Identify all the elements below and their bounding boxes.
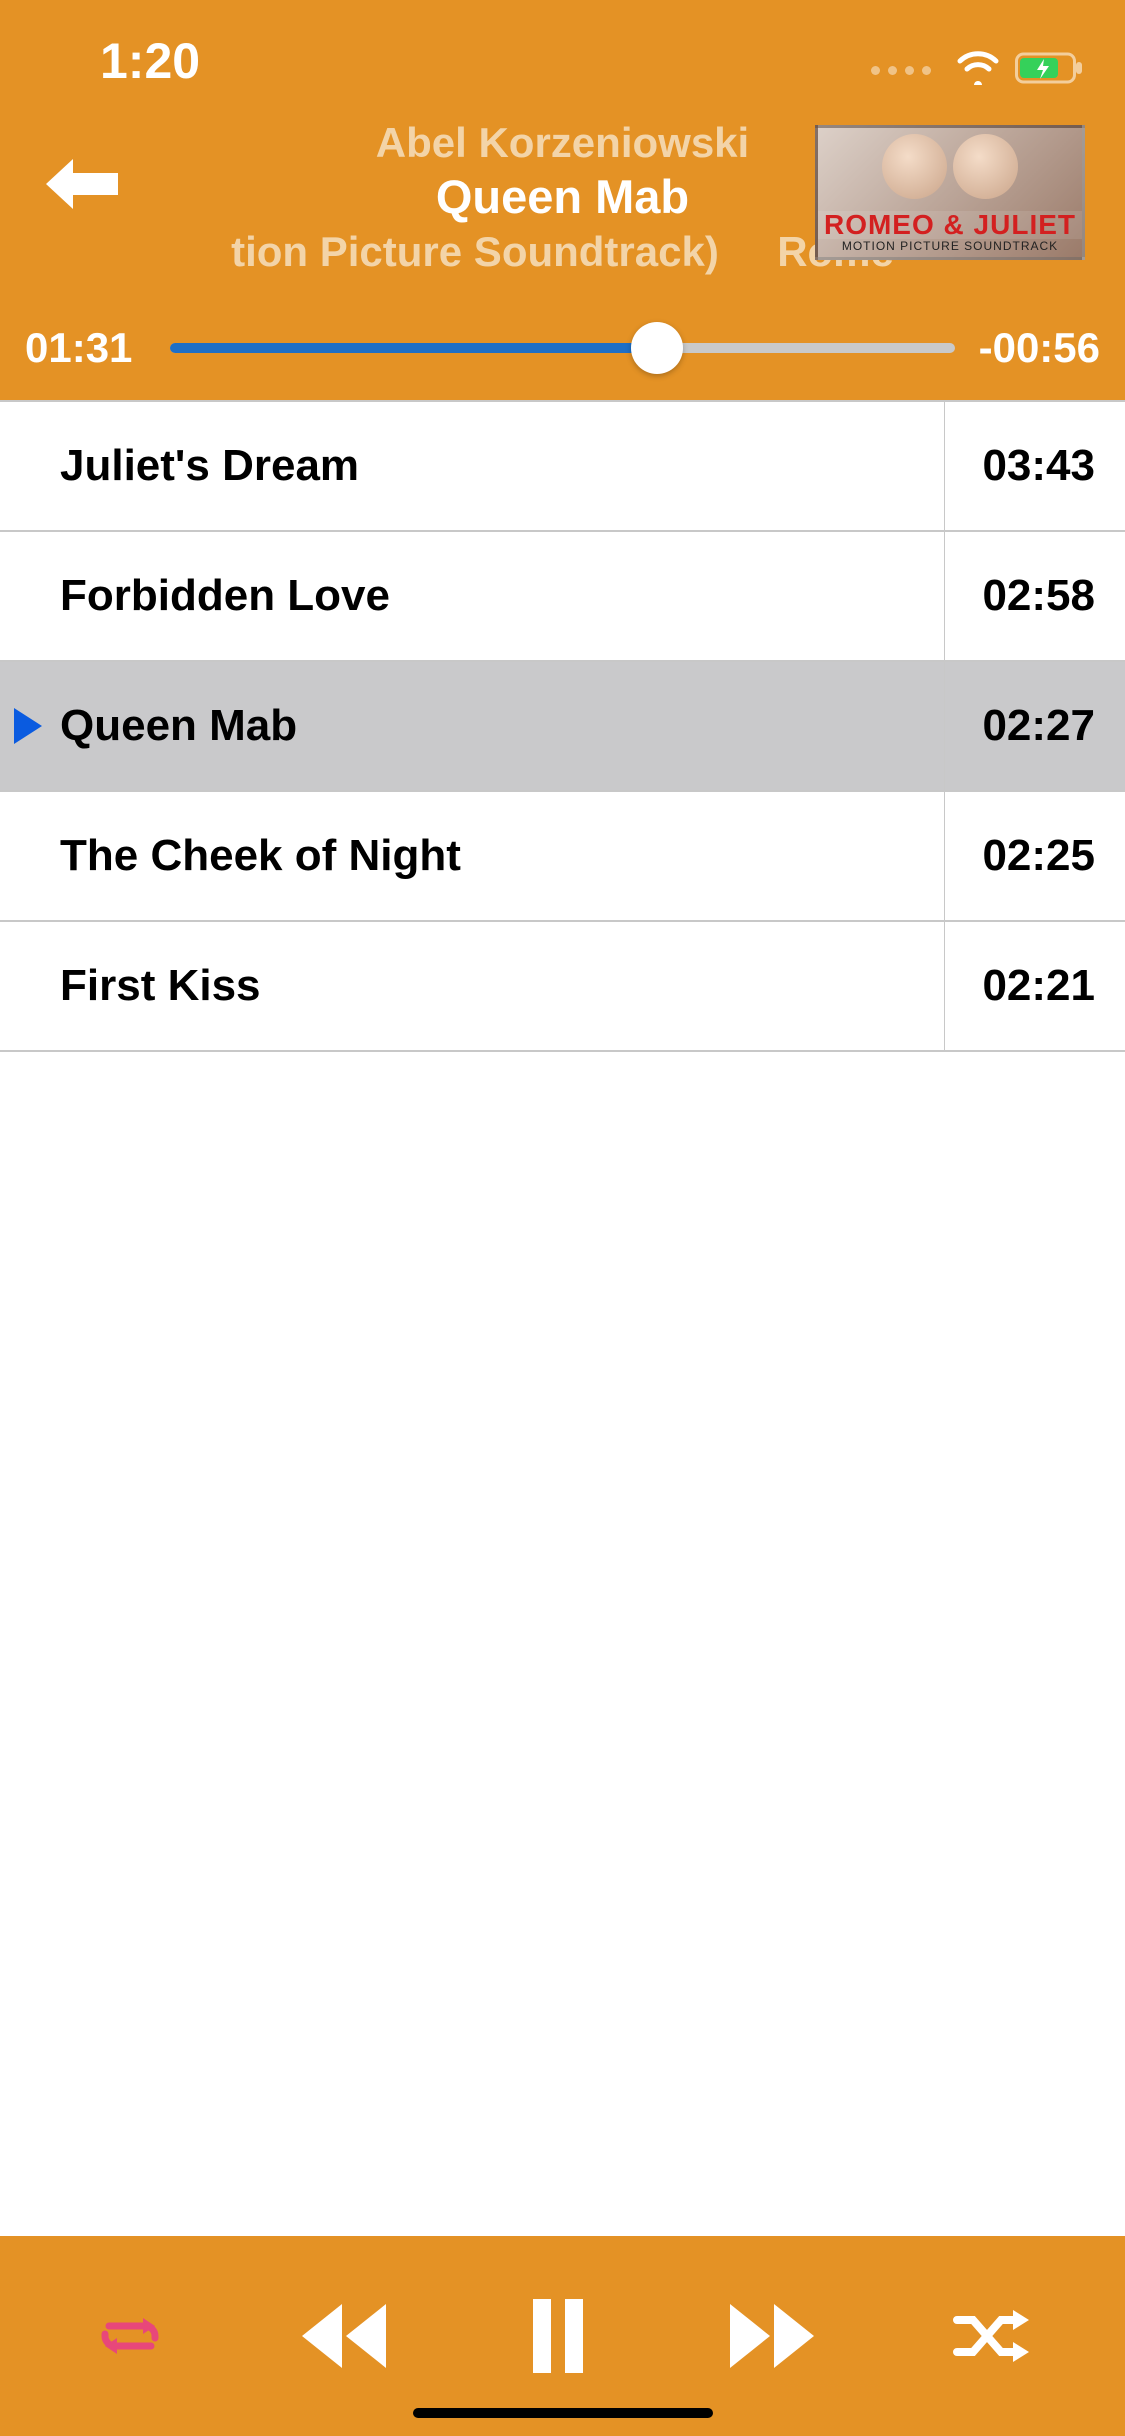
track-title-cell: First Kiss [0,922,945,1050]
album-art-title: ROMEO & JULIET [818,211,1082,239]
progress-thumb[interactable] [631,322,683,374]
track-title: Juliet's Dream [60,441,359,491]
album-art-subtitle: MOTION PICTURE SOUNDTRACK [818,239,1082,257]
album-art[interactable]: ROMEO & JULIET MOTION PICTURE SOUNDTRACK [815,125,1085,260]
next-button[interactable] [722,2298,822,2374]
player-header: Abel Korzeniowski Queen Mab tion Picture… [0,100,1125,295]
pause-icon [523,2295,593,2377]
track-duration: 02:27 [945,701,1125,751]
progress-area: 01:31 -00:56 [0,295,1125,400]
track-duration: 02:25 [945,831,1125,881]
pause-button[interactable] [523,2295,593,2377]
previous-button[interactable] [294,2298,394,2374]
track-row[interactable]: Forbidden Love 02:58 [0,530,1125,662]
next-icon [722,2298,822,2374]
elapsed-time: 01:31 [25,324,150,372]
track-duration: 03:43 [945,441,1125,491]
track-row[interactable]: The Cheek of Night 02:25 [0,790,1125,922]
shuffle-icon [951,2306,1031,2366]
battery-icon [1015,51,1085,90]
progress-fill [170,343,657,353]
back-button[interactable] [40,155,118,218]
progress-slider[interactable] [170,343,955,353]
previous-icon [294,2298,394,2374]
track-title: The Cheek of Night [60,831,461,881]
status-dots-icon [871,66,931,75]
track-row[interactable]: Queen Mab 02:27 [0,660,1125,792]
status-bar: 1:20 [0,0,1125,100]
back-arrow-icon [40,155,118,213]
track-row[interactable]: Juliet's Dream 03:43 [0,400,1125,532]
track-title: Queen Mab [60,701,297,751]
track-duration: 02:58 [945,571,1125,621]
status-time: 1:20 [100,32,200,90]
repeat-button[interactable] [95,2308,165,2364]
shuffle-button[interactable] [951,2306,1031,2366]
track-title-cell: Forbidden Love [0,532,945,660]
player-controls [0,2236,1125,2436]
wifi-icon [956,51,1000,90]
playing-icon [10,706,46,746]
track-title-cell: The Cheek of Night [0,792,945,920]
track-title: First Kiss [60,961,261,1011]
home-indicator[interactable] [413,2408,713,2418]
track-title: Forbidden Love [60,571,390,621]
track-title-cell: Juliet's Dream [0,402,945,530]
track-list: Juliet's Dream 03:43 Forbidden Love 02:58 Qu… [0,400,1125,2236]
remaining-time: -00:56 [975,324,1100,372]
track-title-cell: Queen Mab [0,662,945,790]
track-row[interactable]: First Kiss 02:21 [0,920,1125,1052]
repeat-icon [95,2308,165,2364]
track-duration: 02:21 [945,961,1125,1011]
status-right [871,51,1085,90]
